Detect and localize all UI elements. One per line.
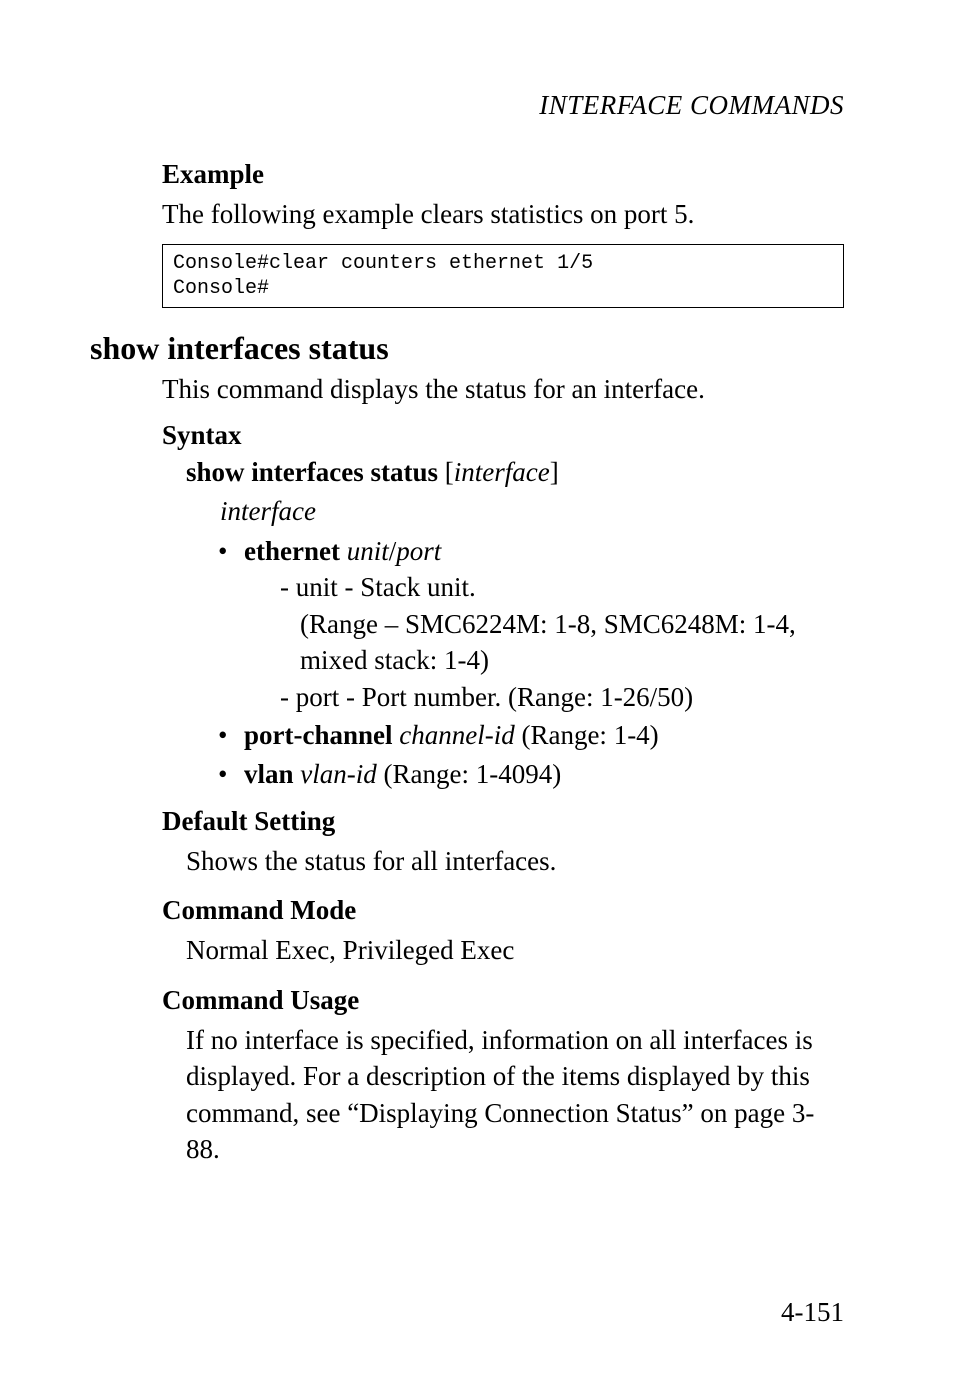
ethernet-port-arg: port bbox=[396, 536, 441, 566]
page: INTERFACE COMMANDS Example The following… bbox=[0, 0, 954, 1388]
ethernet-port-label: - port - Port number. (Range: 1-26/50) bbox=[280, 679, 844, 715]
syntax-bracket-close: ] bbox=[550, 457, 559, 487]
code-block: Console#clear counters ethernet 1/5 Cons… bbox=[162, 244, 844, 308]
portchannel-arg: channel-id bbox=[399, 720, 514, 750]
command-usage-heading: Command Usage bbox=[162, 985, 844, 1016]
ethernet-unit-label: - unit - Stack unit. bbox=[280, 569, 844, 605]
example-heading: Example bbox=[162, 159, 844, 190]
default-setting-body: Shows the status for all interfaces. bbox=[186, 843, 844, 879]
example-intro: The following example clears statistics … bbox=[162, 196, 844, 232]
command-mode-heading: Command Mode bbox=[162, 895, 844, 926]
vlan-rest: (Range: 1-4094) bbox=[377, 759, 561, 789]
command-description: This command displays the status for an … bbox=[162, 371, 844, 407]
ethernet-unit-range: (Range – SMC6224M: 1-8, SMC6248M: 1-4, m… bbox=[300, 606, 844, 679]
command-title: show interfaces status bbox=[90, 330, 844, 367]
syntax-param: interface bbox=[220, 496, 844, 527]
command-usage-body: If no interface is specified, informatio… bbox=[186, 1022, 844, 1168]
ethernet-keyword: ethernet bbox=[244, 536, 340, 566]
portchannel-rest: (Range: 1-4) bbox=[515, 720, 659, 750]
syntax-bullets: ethernet unit/port - unit - Stack unit. … bbox=[218, 533, 844, 792]
running-head: INTERFACE COMMANDS bbox=[90, 90, 844, 121]
default-setting-heading: Default Setting bbox=[162, 806, 844, 837]
page-number: 4-151 bbox=[781, 1297, 844, 1328]
syntax-heading: Syntax bbox=[162, 420, 844, 451]
vlan-keyword: vlan bbox=[244, 759, 294, 789]
bullet-port-channel: port-channel channel-id (Range: 1-4) bbox=[218, 717, 844, 753]
bullet-vlan: vlan vlan-id (Range: 1-4094) bbox=[218, 756, 844, 792]
vlan-arg: vlan-id bbox=[300, 759, 376, 789]
ethernet-unit-arg: unit bbox=[347, 536, 389, 566]
syntax-line: show interfaces status [interface] bbox=[186, 457, 844, 488]
command-mode-body: Normal Exec, Privileged Exec bbox=[186, 932, 844, 968]
portchannel-keyword: port-channel bbox=[244, 720, 393, 750]
syntax-command: show interfaces status bbox=[186, 457, 438, 487]
syntax-bracket-open: [ bbox=[438, 457, 454, 487]
syntax-interface: interface bbox=[454, 457, 550, 487]
bullet-ethernet: ethernet unit/port - unit - Stack unit. … bbox=[218, 533, 844, 715]
